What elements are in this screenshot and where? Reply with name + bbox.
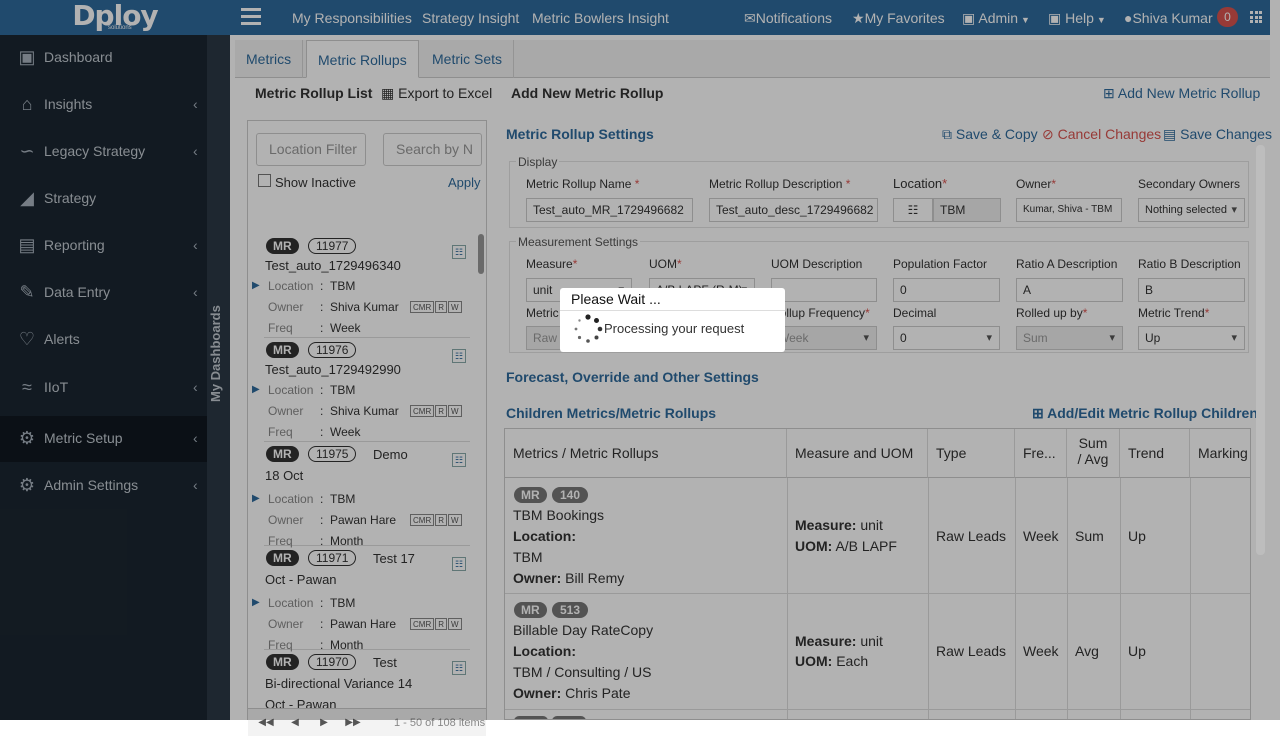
modal-backdrop xyxy=(0,0,1280,720)
loading-spinner-icon xyxy=(574,314,603,343)
dialog-message: Processing your request xyxy=(604,321,745,336)
page-scrollbar[interactable] xyxy=(1256,145,1265,555)
dialog-title: Please Wait ... xyxy=(571,291,661,307)
please-wait-dialog: Please Wait ... Processing your request xyxy=(560,288,785,352)
